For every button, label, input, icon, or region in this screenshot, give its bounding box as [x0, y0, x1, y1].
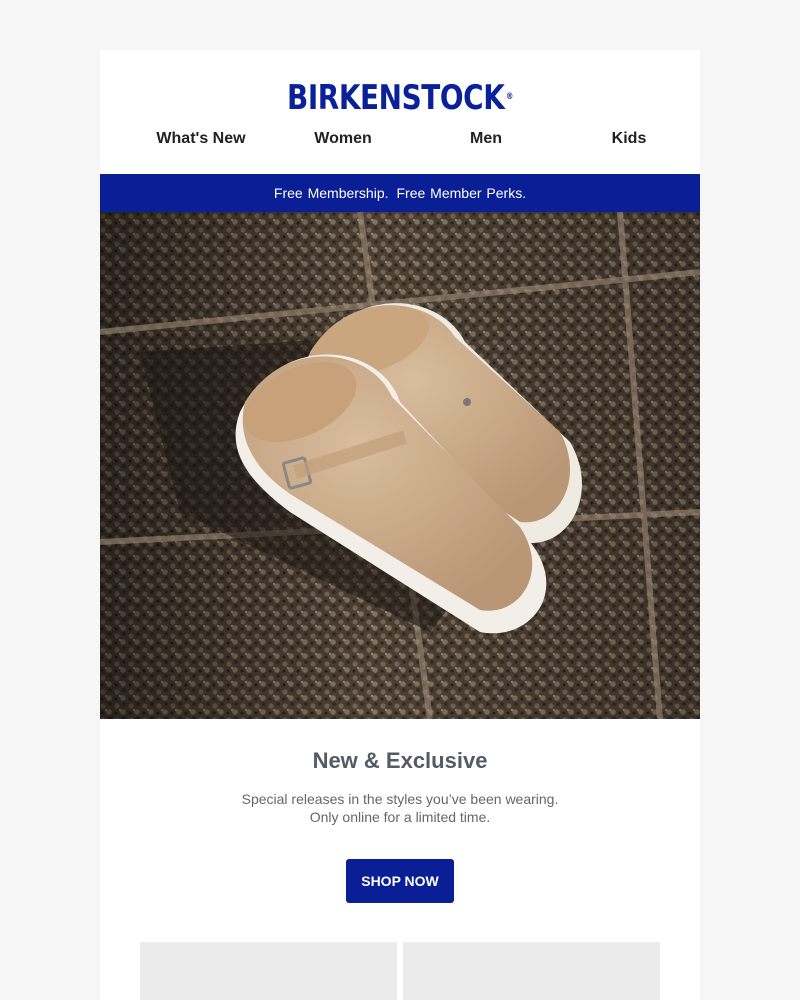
clog-photo: [100, 212, 700, 719]
subtext-line-1: Special releases in the styles you’ve be…: [241, 791, 559, 807]
main-nav: What's New Women Men Kids: [100, 130, 700, 152]
nav-whats-new[interactable]: What's New: [156, 130, 245, 148]
brand-logo[interactable]: BIRKENSTOCK ®: [154, 78, 646, 118]
nav-men[interactable]: Men: [470, 130, 502, 148]
shop-now-button[interactable]: SHOP NOW: [346, 859, 454, 903]
email-card: BIRKENSTOCK ® What's New Women Men Kids F…: [100, 50, 700, 1000]
membership-banner[interactable]: Free Membership. Free Member Perks.: [100, 174, 700, 212]
product-tile-right[interactable]: [403, 942, 660, 1000]
subtext-line-2: Only online for a limited time.: [309, 809, 491, 825]
banner-text-perks: Free Member Perks.: [396, 185, 527, 201]
banner-text-membership: Free Membership.: [273, 185, 389, 201]
nav-women[interactable]: Women: [314, 130, 371, 148]
subtext: Special releases in the styles you’ve be…: [100, 790, 700, 826]
hero-image[interactable]: [100, 212, 700, 719]
product-tile-left[interactable]: [140, 942, 397, 1000]
nav-kids[interactable]: Kids: [612, 130, 647, 148]
headline: New & Exclusive: [312, 748, 488, 773]
